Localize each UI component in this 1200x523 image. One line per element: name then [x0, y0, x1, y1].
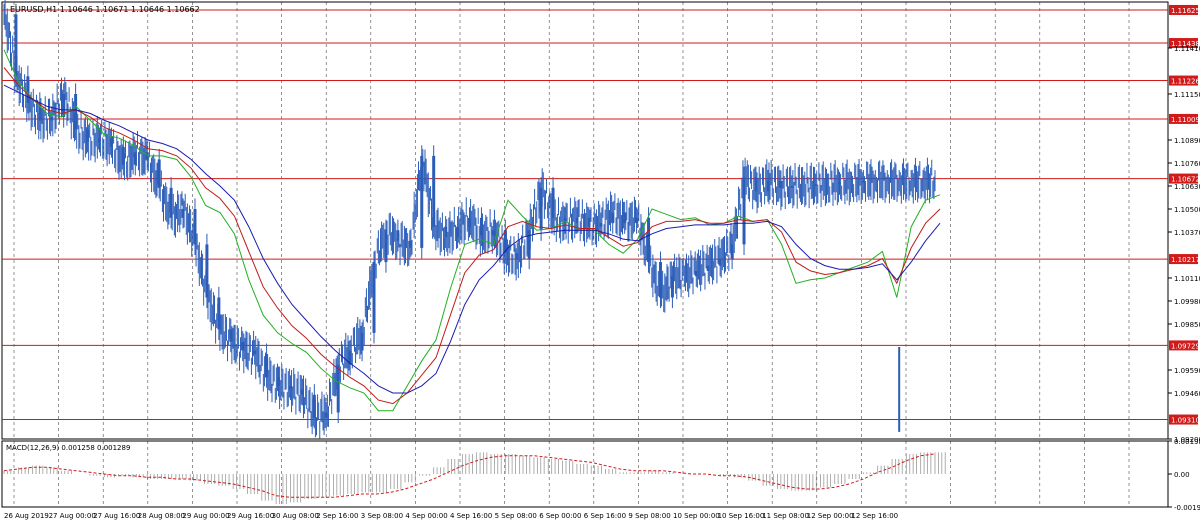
- x-tick-label: 9 Sep 08:00: [628, 512, 670, 520]
- x-tick-label: 5 Sep 08:00: [495, 512, 537, 520]
- level-tag-text: 1.11226: [1171, 78, 1200, 86]
- x-tick-label: 12 Sep 00:00: [807, 512, 854, 520]
- x-tick-label: 28 Aug 08:00: [138, 512, 185, 520]
- x-tick-label: 29 Aug 00:00: [182, 512, 229, 520]
- y-tick-label: 1.10110: [1174, 275, 1200, 283]
- price-chart[interactable]: 1.116251.114381.112261.110091.106721.102…: [0, 0, 1200, 523]
- x-tick-label: 6 Sep 00:00: [539, 512, 581, 520]
- chart-title: EURUSD,H1 1.10646 1.10671 1.10646 1.1066…: [10, 5, 200, 14]
- x-tick-label: 30 Aug 08:00: [272, 512, 319, 520]
- macd-y-tick-label: 0.00: [1174, 471, 1190, 479]
- x-tick-label: 2 Sep 16:00: [316, 512, 358, 520]
- level-tag-text: 1.11625: [1171, 7, 1200, 15]
- level-tag-text: 1.09310: [1171, 417, 1200, 425]
- x-tick-label: 27 Aug 00:00: [49, 512, 96, 520]
- y-tick-label: 1.09460: [1174, 390, 1200, 398]
- x-tick-label: 12 Sep 16:00: [851, 512, 898, 520]
- x-tick-label: 27 Aug 16:00: [93, 512, 140, 520]
- x-tick-label: 10 Sep 16:00: [718, 512, 765, 520]
- x-tick-label: 29 Aug 16:00: [227, 512, 274, 520]
- x-tick-label: 3 Sep 08:00: [361, 512, 403, 520]
- level-tag-text: 1.09729: [1171, 342, 1200, 350]
- y-tick-label: 1.11410: [1174, 45, 1200, 53]
- y-tick-label: 1.10500: [1174, 206, 1200, 214]
- macd-label: MACD(12,26,9) 0.001258 0.001289: [6, 444, 130, 452]
- macd-y-tick-label: -0.00198: [1174, 504, 1200, 512]
- x-tick-label: 4 Sep 16:00: [450, 512, 492, 520]
- level-tag-text: 1.11009: [1171, 116, 1200, 124]
- macd-pane-frame: [1, 440, 1169, 508]
- x-tick-label: 6 Sep 16:00: [584, 512, 626, 520]
- macd-y-tick-label: 0.00198: [1174, 438, 1200, 446]
- y-tick-label: 1.09980: [1174, 298, 1200, 306]
- x-tick-label: 26 Aug 2019: [4, 512, 49, 520]
- y-tick-label: 1.10760: [1174, 160, 1200, 168]
- chart-frame: [1, 1, 1169, 508]
- x-tick-label: 10 Sep 00:00: [673, 512, 720, 520]
- y-tick-label: 1.10370: [1174, 229, 1200, 237]
- y-tick-label: 1.11150: [1174, 91, 1200, 99]
- y-tick-label: 1.10890: [1174, 137, 1200, 145]
- level-tag-text: 1.10217: [1171, 256, 1200, 264]
- x-tick-label: 11 Sep 08:00: [762, 512, 809, 520]
- y-tick-label: 1.10630: [1174, 183, 1200, 191]
- x-tick-label: 4 Sep 00:00: [405, 512, 447, 520]
- y-tick-label: 1.09590: [1174, 367, 1200, 375]
- y-tick-label: 1.09850: [1174, 321, 1200, 329]
